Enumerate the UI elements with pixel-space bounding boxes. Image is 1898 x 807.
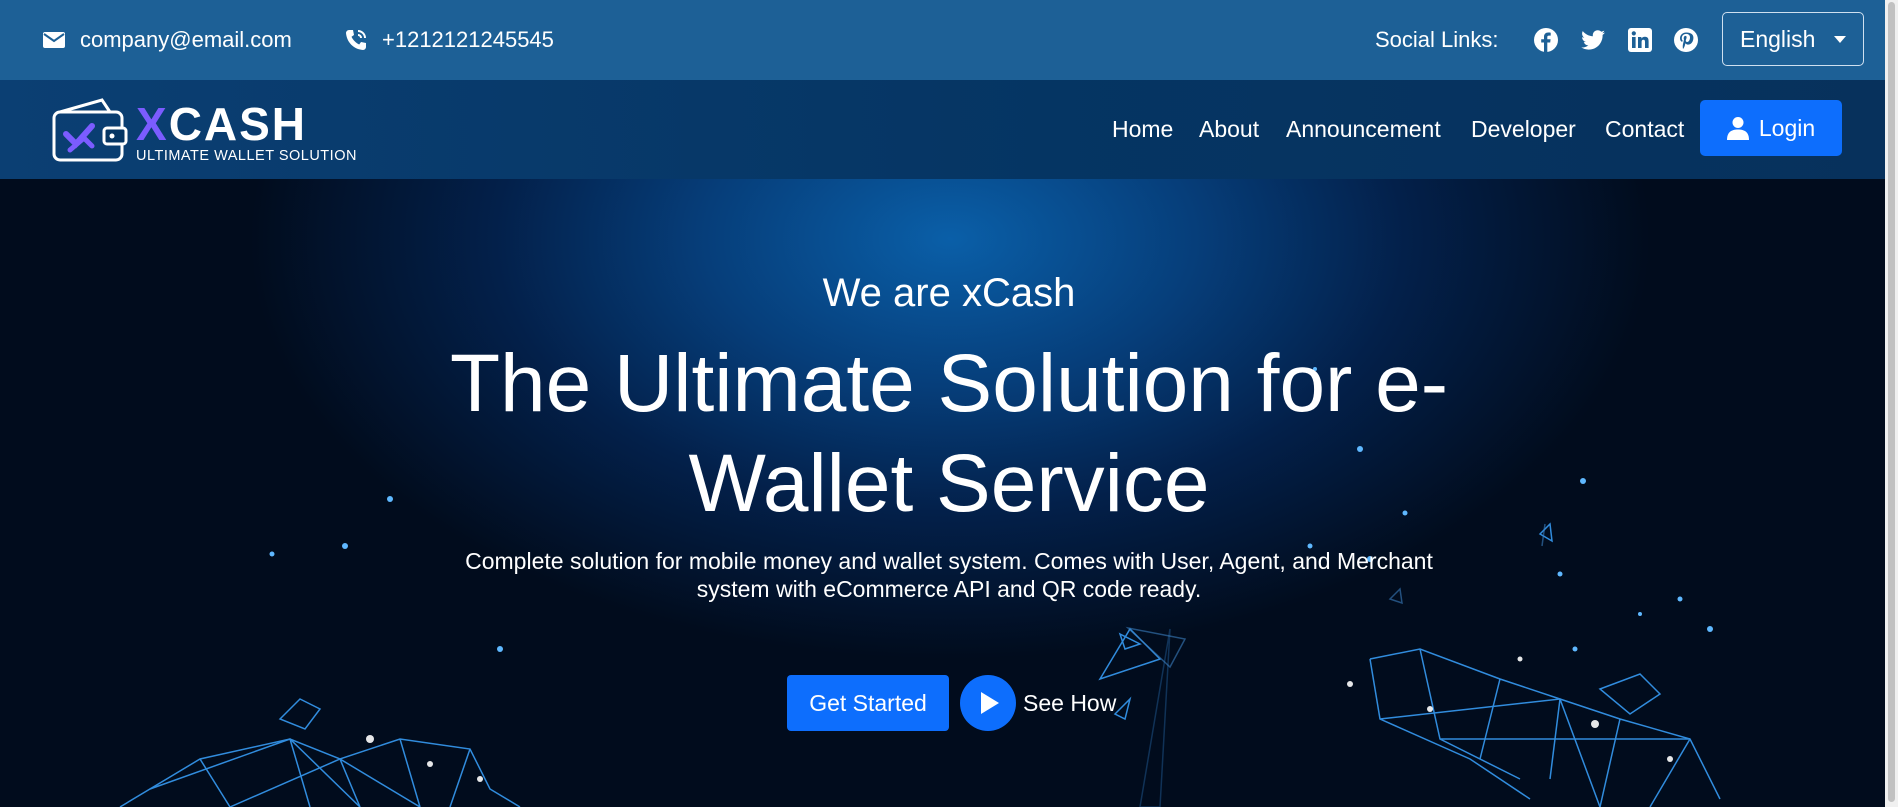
hero-headline: The Ultimate Solution for e- Wallet Serv… — [400, 334, 1498, 534]
nav-contact[interactable]: Contact — [1605, 80, 1684, 179]
brand-logo[interactable]: XCASH ULTIMATE WALLET SOLUTION — [52, 98, 357, 164]
nav-developer[interactable]: Developer — [1471, 80, 1576, 179]
email-text: company@email.com — [80, 27, 292, 52]
nav-home[interactable]: Home — [1112, 80, 1173, 179]
email-contact[interactable]: company@email.com — [42, 0, 292, 80]
phone-text: +1212121245545 — [382, 27, 554, 52]
hero-subtext-line-2: system with eCommerce API and QR code re… — [696, 576, 1202, 602]
envelope-icon — [43, 32, 65, 48]
wallet-icon — [52, 98, 128, 162]
social-links-label: Social Links: — [1375, 27, 1499, 52]
hero-headline-line-2: Wallet Service — [688, 438, 1210, 529]
language-dropdown[interactable]: English — [1722, 12, 1864, 66]
get-started-button[interactable]: Get Started — [787, 675, 949, 731]
language-selected: English — [1740, 25, 1816, 52]
hero-eyebrow: We are xCash — [822, 271, 1076, 315]
page-scrollbar[interactable] — [1885, 0, 1898, 807]
svg-text:ULTIMATE WALLET SOLUTION: ULTIMATE WALLET SOLUTION — [136, 148, 357, 164]
phone-icon — [346, 30, 366, 50]
phone-contact[interactable]: +1212121245545 — [344, 0, 554, 80]
login-label: Login — [1758, 114, 1816, 141]
hero-section: We are xCash The Ultimate Solution for e… — [0, 179, 1898, 807]
user-icon — [1726, 117, 1749, 140]
hero-subtext-line-1: Complete solution for mobile money and w… — [465, 548, 1433, 574]
facebook-icon[interactable] — [1533, 27, 1559, 53]
top-bar: company@email.com +1212121245545 Social … — [0, 0, 1898, 80]
nav-about[interactable]: About — [1199, 80, 1259, 179]
play-icon[interactable] — [960, 675, 1016, 731]
see-how-link[interactable]: See How — [1023, 675, 1116, 731]
hero-subtext: Complete solution for mobile money and w… — [420, 547, 1478, 603]
login-button[interactable]: Login — [1700, 100, 1842, 156]
nav-announcement[interactable]: Announcement — [1286, 80, 1441, 179]
pinterest-icon[interactable] — [1673, 27, 1699, 53]
caret-down-icon — [1834, 36, 1846, 43]
main-navbar: XCASH ULTIMATE WALLET SOLUTION Home Abou… — [0, 80, 1898, 179]
scrollbar-thumb[interactable] — [1888, 2, 1895, 802]
hero-headline-line-1: The Ultimate Solution for e- — [449, 338, 1449, 429]
twitter-icon[interactable] — [1580, 27, 1606, 53]
linkedin-icon[interactable] — [1627, 27, 1653, 53]
svg-text:XCASH: XCASH — [136, 98, 307, 150]
